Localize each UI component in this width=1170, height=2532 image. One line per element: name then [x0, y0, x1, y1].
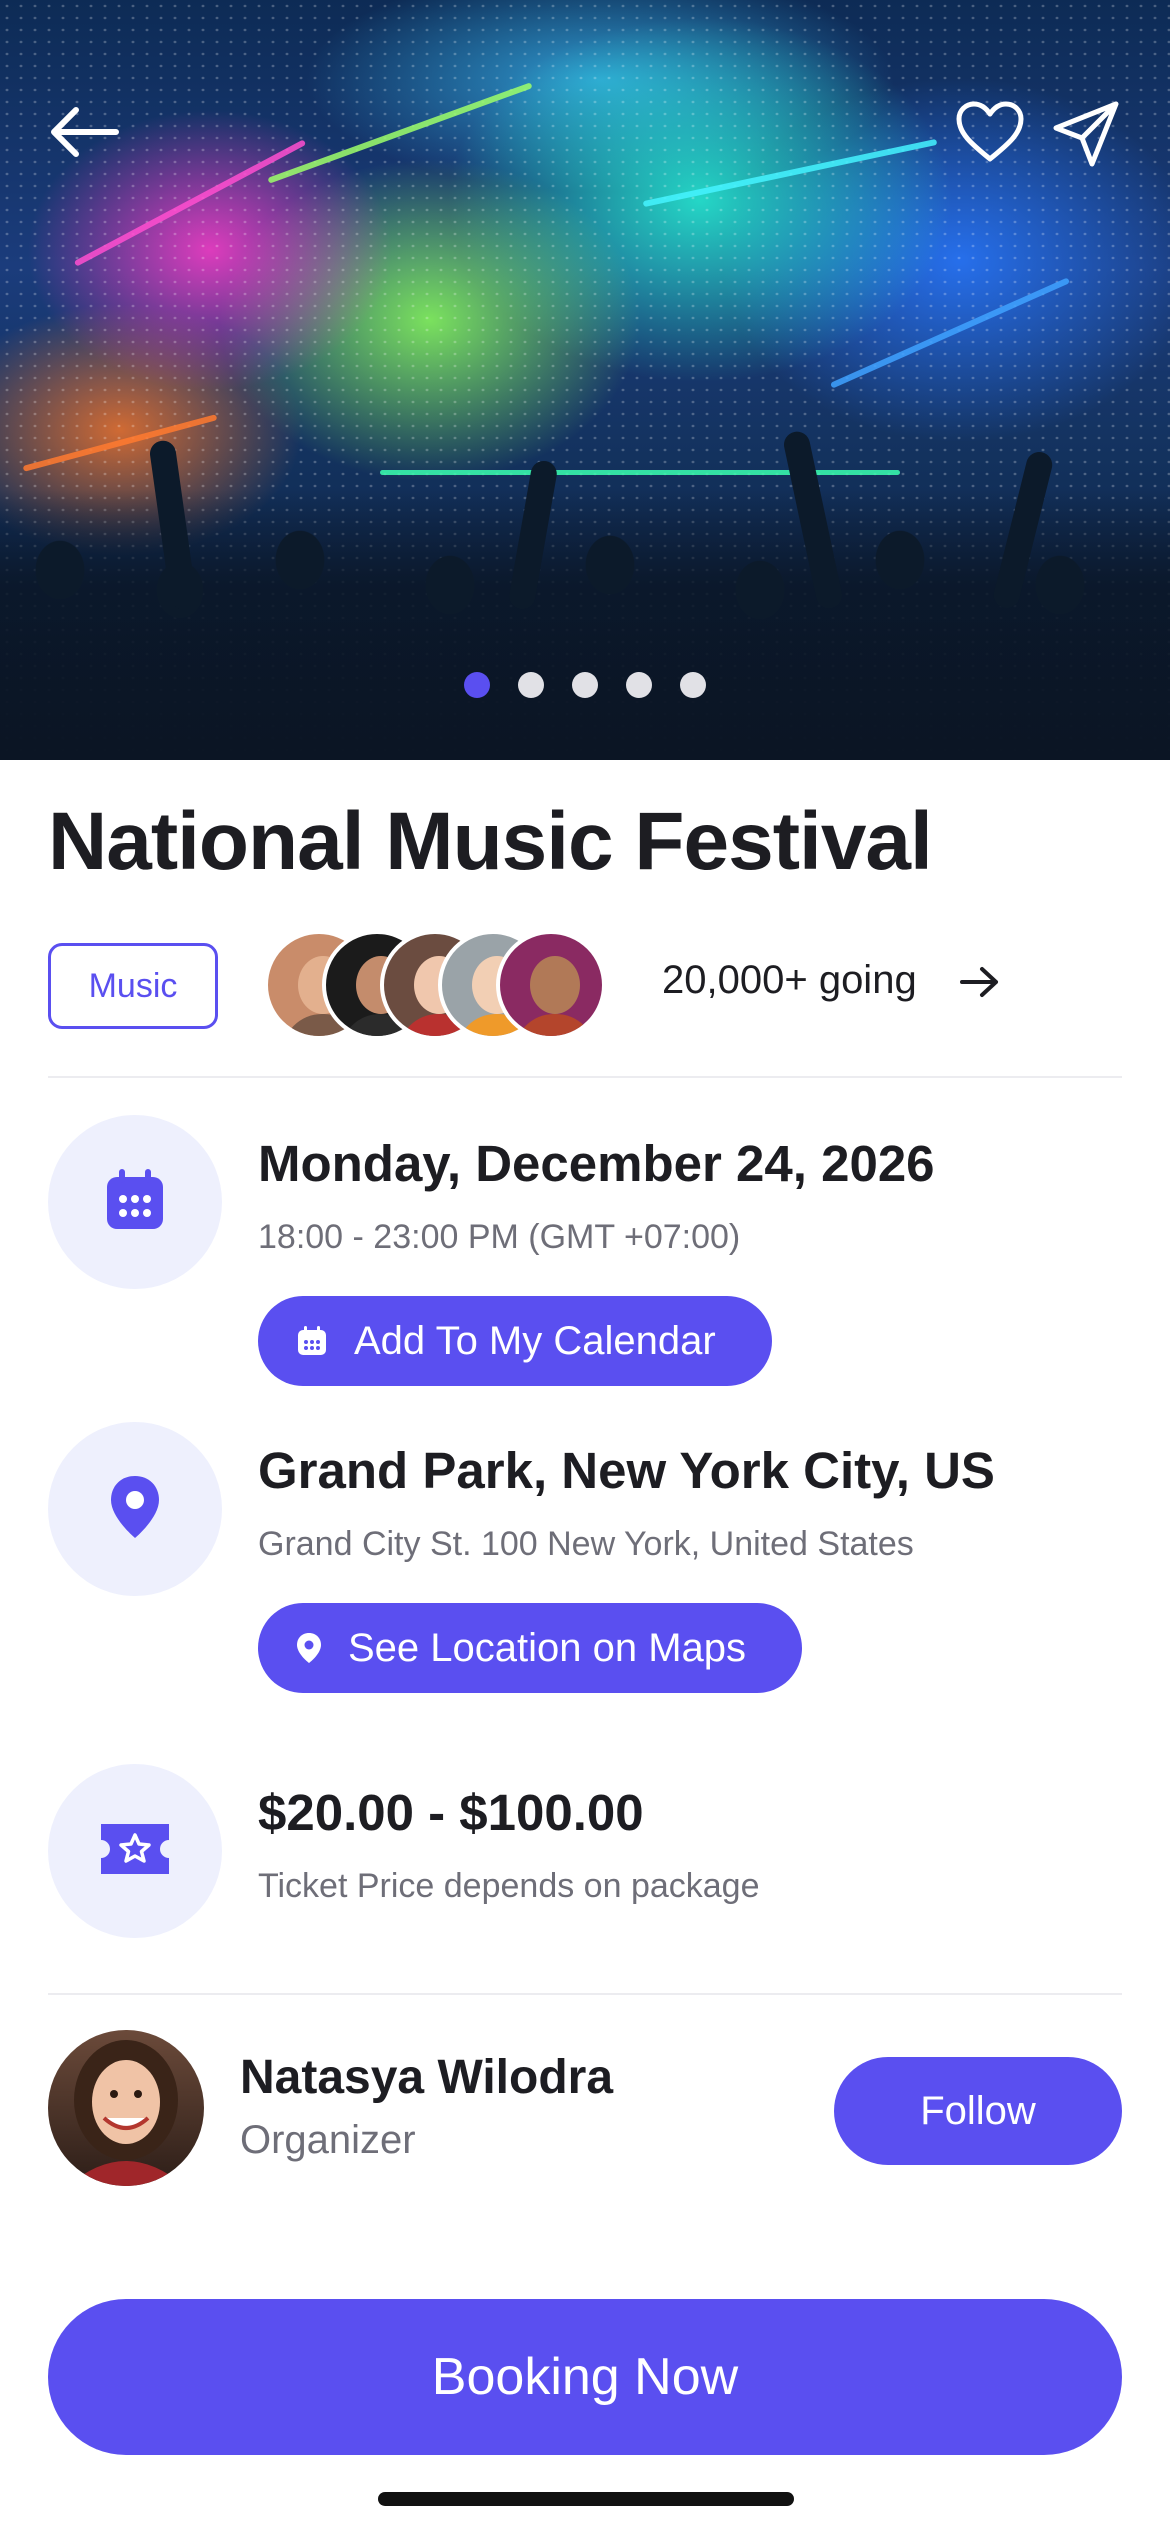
- carousel-dot[interactable]: [572, 672, 598, 698]
- calendar-icon: [105, 1168, 165, 1236]
- map-pin-icon: [108, 1474, 162, 1545]
- carousel-dot[interactable]: [680, 672, 706, 698]
- carousel-dot[interactable]: [464, 672, 490, 698]
- home-indicator[interactable]: [378, 2492, 794, 2506]
- add-to-calendar-button[interactable]: Add To My Calendar: [258, 1296, 772, 1386]
- follow-button[interactable]: Follow: [834, 2057, 1122, 2165]
- arrow-right-icon[interactable]: [958, 964, 1002, 1005]
- event-date: Monday, December 24, 2026: [258, 1135, 935, 1192]
- ticket-icon: [97, 1820, 173, 1883]
- organizer-role: Organizer: [240, 2118, 416, 2162]
- location-address: Grand City St. 100 New York, United Stat…: [258, 1525, 914, 1563]
- location-icon-circle: [48, 1422, 222, 1596]
- category-tag[interactable]: Music: [48, 943, 218, 1029]
- add-to-calendar-label: Add To My Calendar: [354, 1318, 716, 1363]
- calendar-icon-circle: [48, 1115, 222, 1289]
- avatar: [496, 930, 606, 1040]
- see-location-button[interactable]: See Location on Maps: [258, 1603, 803, 1693]
- map-pin-icon: [296, 1632, 322, 1664]
- ticket-icon-circle: [48, 1764, 222, 1938]
- price-range: $20.00 - $100.00: [258, 1784, 644, 1841]
- carousel-indicator: [0, 672, 1170, 698]
- hero-image: [0, 0, 1170, 760]
- calendar-icon: [296, 1325, 328, 1357]
- price-note: Ticket Price depends on package: [258, 1867, 760, 1905]
- heart-icon[interactable]: [950, 96, 1030, 168]
- see-location-label: See Location on Maps: [348, 1625, 747, 1670]
- divider: [48, 1076, 1122, 1078]
- carousel-dot[interactable]: [518, 672, 544, 698]
- attendees-count[interactable]: 20,000+ going: [662, 958, 917, 1003]
- divider: [48, 1993, 1122, 1995]
- organizer-avatar[interactable]: [48, 2030, 204, 2186]
- carousel-dot[interactable]: [626, 672, 652, 698]
- back-arrow-icon[interactable]: [44, 100, 124, 164]
- organizer-name: Natasya Wilodra: [240, 2051, 614, 2104]
- booking-now-button[interactable]: Booking Now: [48, 2299, 1122, 2455]
- event-time: 18:00 - 23:00 PM (GMT +07:00): [258, 1218, 741, 1256]
- location-name: Grand Park, New York City, US: [258, 1442, 995, 1499]
- event-title: National Music Festival: [48, 796, 933, 887]
- light-beam: [380, 470, 900, 475]
- send-icon[interactable]: [1048, 96, 1124, 172]
- attendee-avatars[interactable]: [264, 930, 624, 1040]
